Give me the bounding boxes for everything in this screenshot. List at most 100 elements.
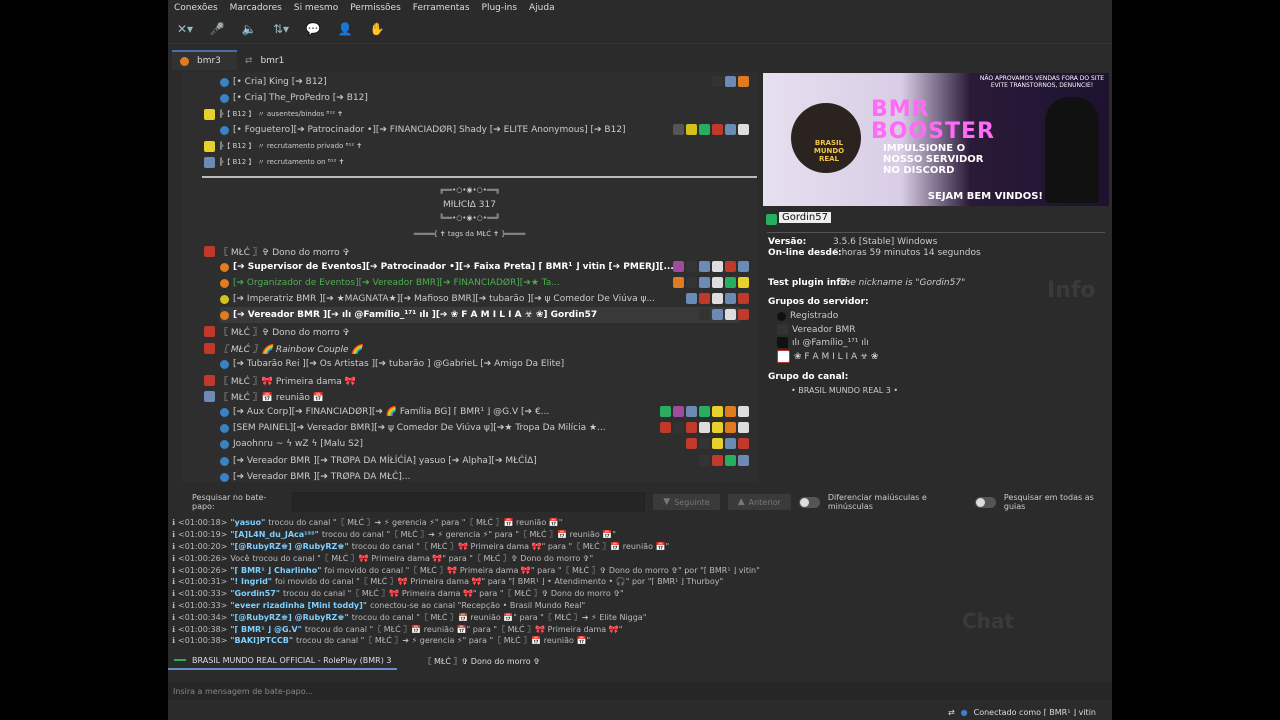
spacer-line — [202, 176, 757, 178]
tab-bmr3[interactable]: bmr3 — [172, 50, 237, 70]
server-banner: BRASIL MUNDO REAL BMR BOOSTER IMPULSIONE … — [763, 73, 1109, 206]
group-item: Vereador BMR — [777, 324, 856, 335]
badge-icons — [660, 406, 749, 417]
menu-plugins[interactable]: Plug-ins — [482, 3, 518, 13]
channel-icon — [204, 325, 215, 337]
chat-message-input[interactable]: Insira a mensagem de bate-papo... — [168, 682, 1112, 700]
spacer-ornament: ╔══•○•◉•○•══╗ — [439, 186, 500, 194]
server-status-icon — [180, 56, 189, 66]
info-icon: ℹ — [172, 624, 176, 634]
channel-row[interactable]: 〖 MŁĆ 〗🌈 Rainbow Couple 🌈 — [204, 340, 363, 356]
client-nickname[interactable]: Gordin57 — [779, 212, 831, 223]
log-line: ℹ <01:00:38> "BAKI]PTCCB" trocou do canal "… — [172, 636, 591, 646]
speaker-icon[interactable]: 🔈 — [238, 19, 260, 39]
channel-icon — [204, 390, 215, 402]
chevron-up-icon: ▲ — [737, 497, 745, 507]
client-row[interactable]: [• Foguetero][➔ Patrocinador •][➔ FINANC… — [220, 122, 626, 138]
spacer-ornament: ╚══•○•◉•○•══╝ — [439, 214, 500, 222]
search-prev-button[interactable]: ▲ Anterior — [727, 494, 791, 510]
channel-row[interactable]: 〖 MŁĆ 〗✞ Dono do morro ✞ — [204, 323, 350, 339]
badge-icons — [673, 124, 749, 135]
client-row[interactable]: [➔ Tubarão Rei ][➔ Os Artistas ][➔ tubar… — [220, 356, 564, 372]
flag-icon — [766, 214, 777, 225]
connect-icon[interactable]: ✕▾ — [174, 19, 196, 39]
channel-icon — [204, 342, 215, 354]
menu-ferramentas[interactable]: Ferramentas — [413, 3, 470, 13]
client-row[interactable]: [• Cria] King [➔ B12] — [220, 74, 327, 90]
client-row-selected[interactable]: [➔ Vereador BMR ][➔ ılı @Famílio_¹⁷¹ ılı… — [220, 307, 740, 323]
spacer-tags: ═════[ ✝ tags da MŁĆ ✝ ]═════ — [413, 230, 526, 238]
toolbar: ✕▾ 🎤 🔈 ⇅▾ 💬 👤 ✋ — [168, 15, 1112, 44]
tab-bmr1[interactable]: ⇄ bmr1 — [237, 52, 300, 70]
channel-row[interactable]: ╠【 B12 】 〃 recrutamento on ᴮ¹² ✝ — [204, 154, 345, 170]
channel-icon — [204, 245, 215, 257]
tab-channel-chat[interactable]: 〖 MŁĆ 〗✞ Dono do morro ✞ — [417, 653, 545, 669]
channel-icon — [204, 156, 215, 168]
spacer-title: MłLłCłΔ 317 — [443, 200, 496, 210]
menu-si-mesmo[interactable]: Si mesmo — [294, 3, 338, 13]
client-row[interactable]: Joaohnru ~ ϟ wZ ϟ [Malu S2] — [220, 436, 363, 452]
chat-bubble-icon[interactable]: 💬 — [302, 19, 324, 39]
status-bar: ⇄ ● Conectado como ⌈ BMR¹ ⌋ vitin — [168, 704, 1112, 720]
channel-row[interactable]: ╠【 B12 】 〃 ausentes/bindos ᴮ¹² ✝ — [204, 106, 343, 122]
info-icon: ℹ — [172, 541, 176, 551]
client-row[interactable]: [➔ Aux Corp][➔ FINANCIADØR][➔ 🌈 Família … — [220, 404, 549, 420]
channel-icon — [204, 140, 215, 152]
log-line: ℹ <01:00:26> "⌈ BMR¹ ⌋ Charlinho" foi movid… — [172, 565, 760, 575]
group-item: ❀ F A M I L I A ☣ ❀ — [777, 350, 878, 363]
case-sensitive-toggle[interactable] — [798, 496, 820, 508]
channel-row[interactable]: 〖 MŁĆ 〗📅 reunião 📅 — [204, 388, 324, 404]
banner-subtitle: IMPULSIONE O NOSSO SERVIDOR NO DISCORD — [883, 143, 984, 176]
chat-search-bar: Pesquisar no bate-papo: ▼ Seguinte ▲ Anter… — [168, 492, 1112, 512]
tab-server-chat[interactable]: BRASIL MUNDO REAL OFFICIAL - RolePlay (B… — [168, 652, 398, 670]
client-row[interactable]: [SEM PAINEL][➔ Vereador BMR][➔ ψ Comedor… — [220, 420, 606, 436]
channel-row[interactable]: 〖 MŁĆ 〗✞ Dono do morro ✞ — [204, 243, 350, 259]
client-row[interactable]: [➔ Vereador BMR ][➔ TRØPA DA ΜÍŁÍĆÍΑ] ya… — [220, 453, 537, 469]
client-row[interactable]: [• Cria] The_ProPedro [➔ B12] — [220, 90, 368, 106]
channel-row[interactable]: ╠【 B12 】 〃 recrutamento privado ᴮ¹² ✝ — [204, 138, 362, 154]
server-status-icon: ⇄ — [244, 56, 253, 66]
channel-group-label: Grupo do canal: — [768, 372, 849, 382]
search-input[interactable] — [292, 492, 646, 512]
tab-label: bmr3 — [197, 56, 221, 66]
chat-log[interactable]: ℹ <01:00:18> "yasuo" trocou do canal "〖 MŁĆ… — [172, 517, 1102, 650]
teamspeak-window: Conexões Marcadores Si mesmo Permissões … — [168, 0, 1112, 720]
chat-tabs: BRASIL MUNDO REAL OFFICIAL - RolePlay (B… — [168, 652, 1112, 670]
log-line: ℹ <01:00:19> "[A]L4N_du_JAca¹⁵⁵" trocou do … — [172, 530, 616, 540]
menu-bar: Conexões Marcadores Si mesmo Permissões … — [168, 0, 1112, 15]
client-row[interactable]: [➔ Imperatriz BMR ][➔ ★MAGNATA★][➔ Mafio… — [220, 291, 655, 307]
channel-tree[interactable]: [• Cria] King [➔ B12] [• Cria] The_ProPe… — [182, 72, 757, 482]
info-watermark: Info — [1047, 278, 1096, 303]
badge-icons — [673, 277, 749, 288]
user-status-icon: ● — [960, 707, 968, 717]
search-all-tabs-label: Pesquisar em todas as guias — [1003, 493, 1094, 511]
client-row[interactable]: [➔ Supervisor de Eventos][➔ Patrocinador… — [220, 259, 674, 275]
info-icon: ℹ — [172, 589, 176, 599]
client-row[interactable]: [➔ Vereador BMR ][➔ TRØPA DA MŁĆ]... — [220, 469, 410, 482]
banner-notice: NÃO APROVAMOS VENDAS FORA DO SITE EVITE … — [979, 75, 1105, 89]
plugin-icon[interactable]: ✋ — [366, 19, 388, 39]
menu-permissoes[interactable]: Permissões — [350, 3, 401, 13]
badge-icons — [686, 438, 749, 449]
log-line: ℹ <01:00:18> "yasuo" trocou do canal "〖 MŁĆ… — [172, 518, 563, 528]
menu-ajuda[interactable]: Ajuda — [529, 3, 555, 13]
info-icon: ℹ — [172, 636, 176, 646]
user-icon[interactable]: 👤 — [334, 19, 356, 39]
search-label: Pesquisar no bate-papo: — [192, 493, 267, 511]
search-next-button[interactable]: ▼ Seguinte — [653, 494, 720, 510]
client-row[interactable]: [➔ Organizador de Eventos][➔ Vereador BM… — [220, 275, 560, 291]
away-icon[interactable]: ⇅▾ — [270, 19, 292, 39]
divider — [767, 232, 1105, 233]
server-chat-icon — [174, 659, 186, 661]
channel-row[interactable]: 〖 MŁĆ 〗🎀 Primeira dama 🎀 — [204, 372, 356, 388]
menu-marcadores[interactable]: Marcadores — [230, 3, 282, 13]
search-all-tabs-toggle[interactable] — [974, 496, 996, 508]
client-info-panel: Gordin57 Versão: 3.5.6 [Stable] Windows … — [763, 210, 1109, 480]
group-item: ılı @Famílio_¹⁷¹ ılı — [777, 337, 869, 348]
menu-conexoes[interactable]: Conexões — [174, 3, 218, 13]
logo-text: BRASIL MUNDO REAL — [813, 139, 845, 163]
version-value: 3.5.6 [Stable] Windows — [833, 237, 938, 247]
banner-title: BMR BOOSTER — [871, 97, 995, 144]
microphone-icon[interactable]: 🎤 — [206, 19, 228, 39]
info-icon: ℹ — [172, 518, 176, 528]
